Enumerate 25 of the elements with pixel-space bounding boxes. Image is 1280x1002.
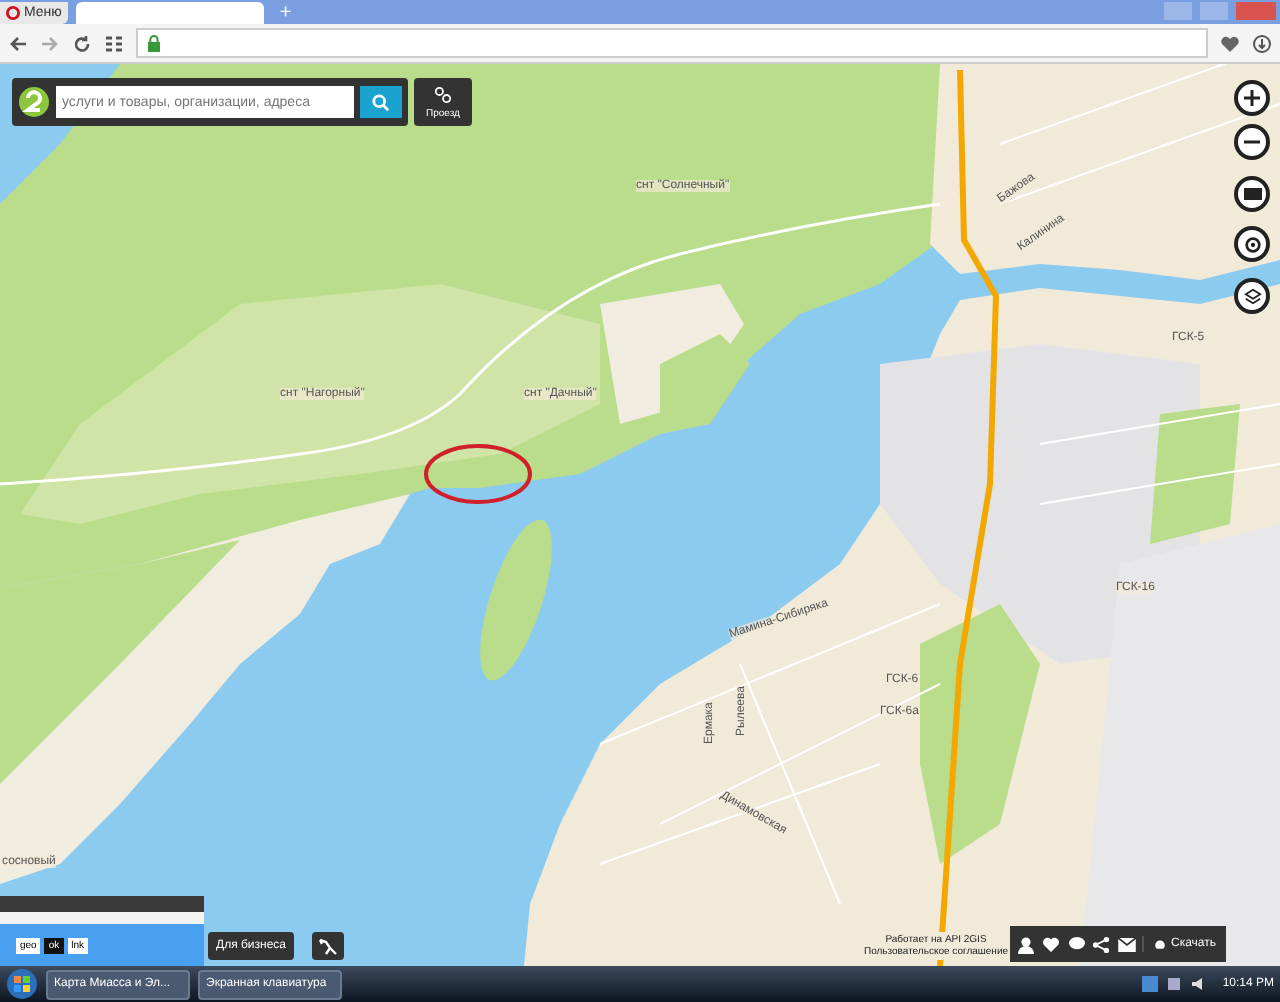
search-button[interactable] [360,86,402,118]
speaker-icon[interactable] [1190,976,1207,992]
route-icon [434,85,452,103]
heart-icon[interactable] [1220,33,1240,53]
start-icon[interactable] [6,968,38,1000]
tray-icon[interactable] [1142,976,1159,992]
share-button[interactable] [1091,932,1112,956]
heart-button[interactable] [1041,932,1062,956]
cloud-icon [1151,936,1167,952]
download-icon[interactable] [1252,33,1272,53]
ring-icon [6,6,20,20]
reload-icon[interactable] [72,33,92,53]
user-button[interactable] [1016,932,1037,956]
layers-icon [1243,287,1261,305]
lock-icon [144,33,164,53]
network-icon[interactable] [1166,976,1183,992]
address-field[interactable] [136,28,1208,58]
back-icon[interactable] [8,33,28,53]
ruler-icon [1243,188,1261,200]
mail-button[interactable] [1116,932,1137,956]
logo-icon [18,86,50,118]
grid-icon[interactable] [104,33,124,53]
search-icon [372,93,390,111]
target-icon [1243,235,1261,253]
plus-icon [1244,90,1260,106]
